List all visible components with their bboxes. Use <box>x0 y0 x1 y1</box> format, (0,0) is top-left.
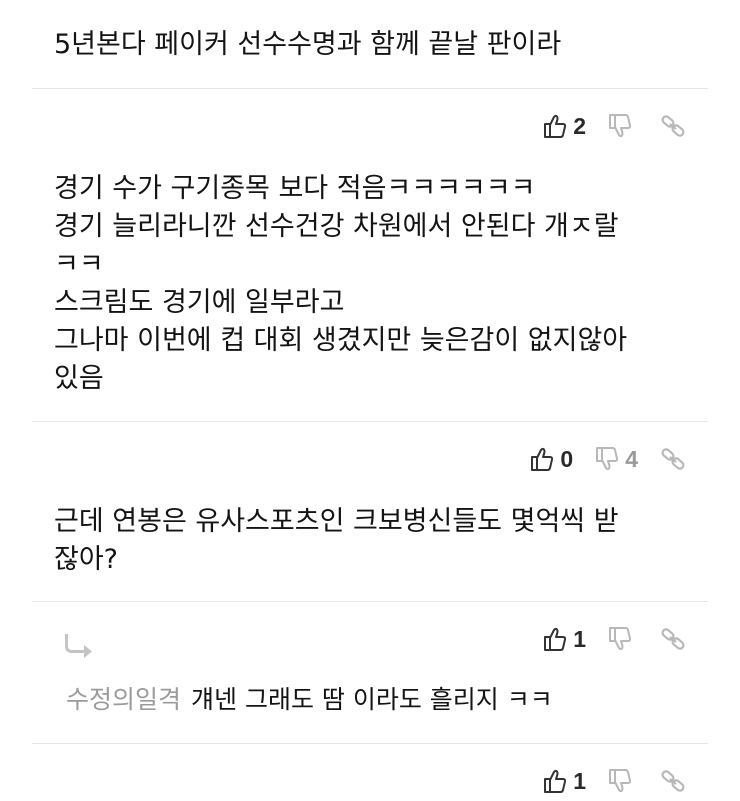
like-button[interactable]: 2 <box>543 113 586 140</box>
reply-author[interactable]: 수정의일격 <box>66 685 181 714</box>
dislike-button[interactable] <box>608 626 638 652</box>
link-button[interactable] <box>660 113 686 139</box>
like-button[interactable]: 1 <box>543 768 586 795</box>
like-button[interactable]: 1 <box>543 626 586 653</box>
dislike-button[interactable] <box>608 768 638 794</box>
thumbs-up-icon <box>543 626 567 652</box>
like-count: 2 <box>573 112 586 139</box>
comment-divider <box>32 88 708 89</box>
reply-actions: 1 <box>521 766 686 796</box>
thumbs-down-icon <box>608 626 632 652</box>
thumbs-up-icon <box>543 113 567 139</box>
comment-divider <box>32 743 708 744</box>
thumbs-down-icon <box>608 113 632 139</box>
link-button[interactable] <box>660 768 686 794</box>
comment-actions: 2 <box>521 111 686 141</box>
reply-actions: 1 <box>521 624 686 654</box>
thumbs-down-icon <box>595 446 619 472</box>
comment-actions: 0 4 <box>508 444 686 474</box>
link-icon <box>660 446 686 472</box>
comment-text: 근데 연봉은 유사스포츠인 크보병신들도 몇억씩 받 잖아? <box>54 506 619 575</box>
comment-text: 경기 수가 구기종목 보다 적음ㅋㅋㅋㅋㅋㅋ 경기 늘리라니깐 선수건강 차원에… <box>54 173 628 394</box>
like-count: 0 <box>560 445 574 472</box>
dislike-count: 4 <box>625 445 638 472</box>
link-icon <box>660 113 686 139</box>
link-icon <box>660 626 686 652</box>
comment-divider <box>32 421 708 422</box>
thumbs-up-icon <box>543 768 567 794</box>
like-count: 1 <box>573 625 586 652</box>
thumbs-up-icon <box>530 446 554 472</box>
reply: 수정의일격 걔넨 그래도 땀 이라도 흘리지 ㅋㅋ <box>66 683 553 717</box>
comment-text: 5년본다 페이커 선수수명과 함께 끝날 판이라 <box>54 29 562 60</box>
link-button[interactable] <box>660 446 686 472</box>
reply-text: 걔넨 그래도 땀 이라도 흘리지 ㅋㅋ <box>191 685 553 714</box>
link-button[interactable] <box>660 626 686 652</box>
like-count: 1 <box>573 767 586 794</box>
comment-divider <box>32 601 708 602</box>
dislike-button[interactable]: 4 <box>595 446 638 473</box>
dislike-button[interactable] <box>608 113 638 139</box>
like-button[interactable]: 0 <box>530 446 573 473</box>
reply-arrow-icon <box>64 632 94 664</box>
thumbs-down-icon <box>608 768 632 794</box>
link-icon <box>660 768 686 794</box>
